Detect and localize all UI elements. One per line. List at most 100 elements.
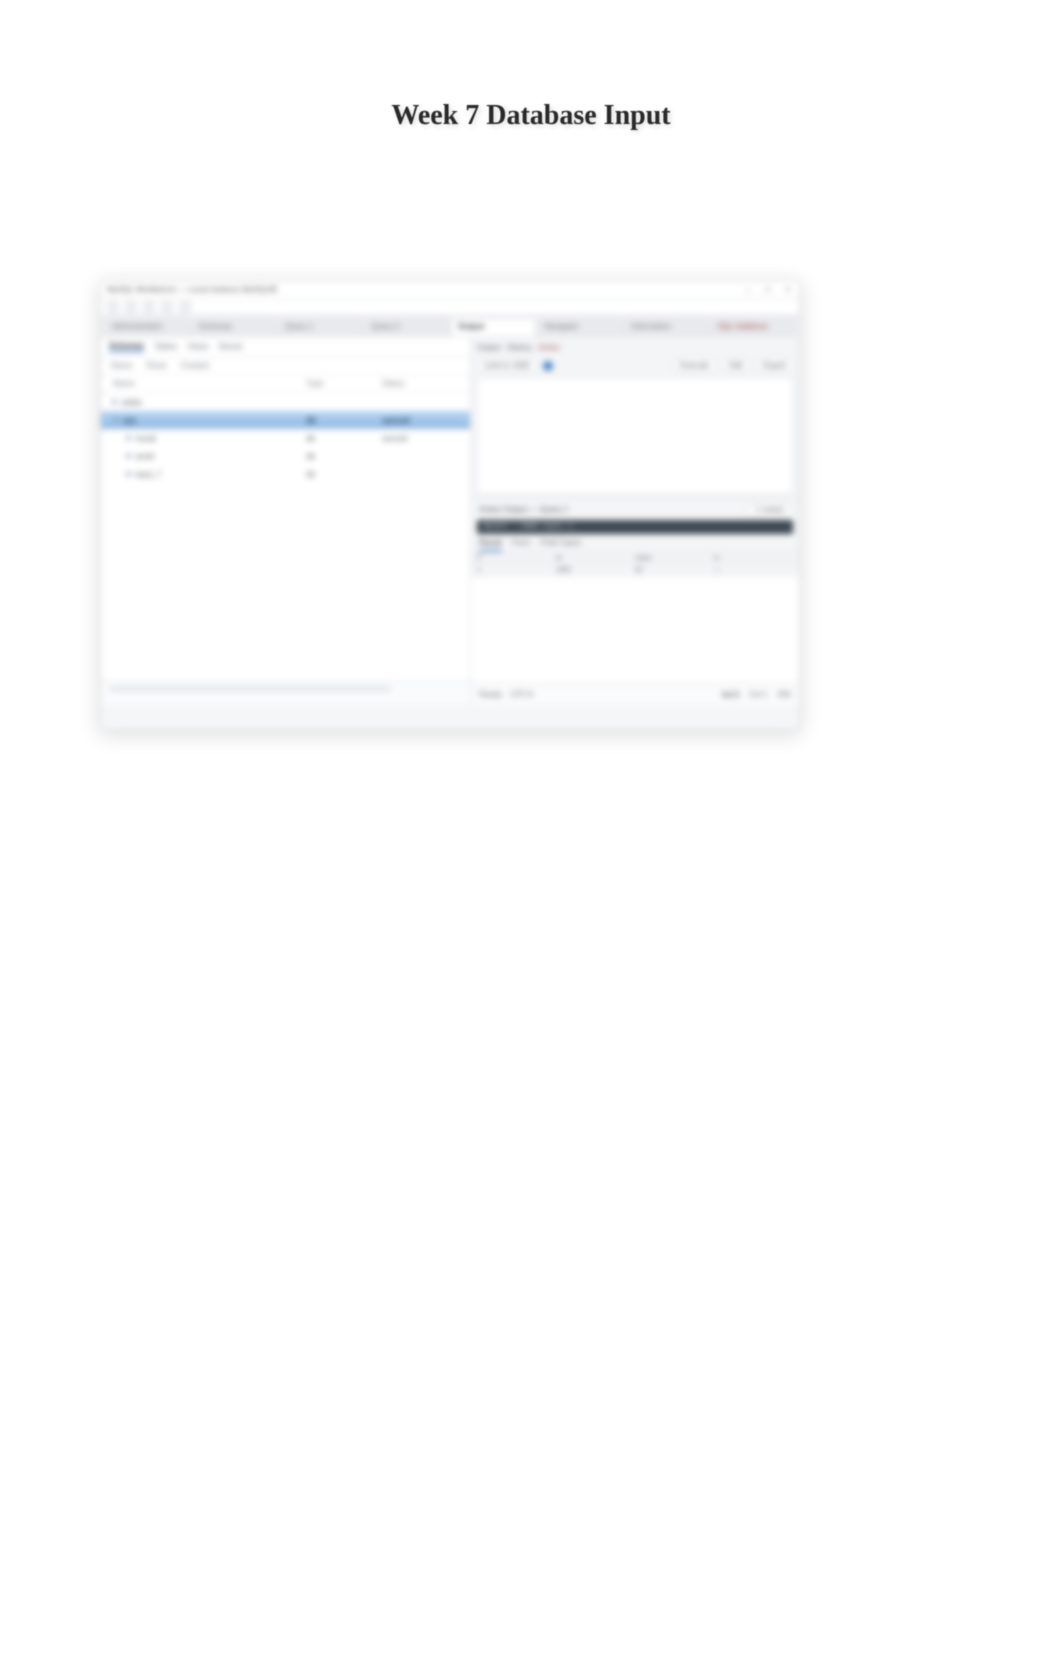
result-tab-result[interactable]: Result bbox=[479, 538, 502, 552]
maximize-button[interactable]: □ bbox=[763, 285, 773, 295]
tab-information[interactable]: Information bbox=[624, 318, 709, 336]
grid-cell: — bbox=[714, 567, 793, 574]
chevron-right-icon bbox=[127, 453, 131, 459]
titlebar: MySQL Workbench — Local instance MySQL80… bbox=[101, 281, 799, 299]
output-head-action[interactable]: Action bbox=[538, 343, 560, 352]
export-button[interactable]: Export bbox=[756, 359, 793, 372]
result-grid-row[interactable]: 1 1001 42 — bbox=[471, 565, 799, 576]
toolbar-button[interactable] bbox=[107, 301, 119, 313]
edit-button[interactable]: Edit bbox=[722, 359, 750, 372]
schema-name: input_7 bbox=[135, 470, 161, 479]
tab-administration[interactable]: Administration bbox=[105, 318, 190, 336]
grid-cell: 1 bbox=[477, 567, 556, 574]
minimize-button[interactable]: – bbox=[743, 285, 753, 295]
window-controls: – □ × bbox=[743, 285, 793, 295]
close-button[interactable]: × bbox=[783, 285, 793, 295]
grid-cell: 42 bbox=[635, 567, 714, 574]
right-pane: Output History Action Limit to 1000 Exec… bbox=[471, 337, 799, 705]
left-statusbar bbox=[101, 681, 470, 705]
result-tab-form[interactable]: Form bbox=[512, 538, 531, 552]
status-col: Col 1 bbox=[749, 690, 768, 699]
schema-row-selected[interactable]: sys db synced bbox=[101, 411, 470, 429]
query-text: SELECT * FROM input_7; bbox=[477, 520, 793, 534]
schema-row[interactable]: input_7 db bbox=[101, 465, 470, 483]
tab-query2[interactable]: Query 2 bbox=[365, 318, 450, 336]
tab-query1[interactable]: Query 1 bbox=[278, 318, 363, 336]
schema-name: world bbox=[135, 452, 154, 461]
status-ready: Ready bbox=[479, 690, 502, 699]
status-ins: INS bbox=[778, 690, 791, 699]
subtab-tables[interactable]: Tables bbox=[154, 342, 177, 351]
schema-name: mysql bbox=[135, 434, 156, 443]
list-header: Name Type Status bbox=[101, 375, 470, 393]
grid-col-id: id bbox=[556, 555, 635, 562]
status-encoding: UTF-8 bbox=[510, 690, 533, 699]
toolbar-button[interactable] bbox=[143, 301, 155, 313]
schema-status: synced bbox=[382, 434, 458, 443]
toolbar-button[interactable] bbox=[179, 301, 191, 313]
grid-cell: 1001 bbox=[556, 567, 635, 574]
schema-type: db bbox=[306, 416, 382, 425]
output-body bbox=[477, 377, 793, 494]
result-panel: Action Output — Query 1 1 row(s) SELECT … bbox=[471, 499, 799, 705]
output-panel: Output History Action Limit to 1000 Exec… bbox=[471, 337, 799, 499]
schema-row[interactable]: world db bbox=[101, 447, 470, 465]
grid-col-value: value bbox=[635, 555, 714, 562]
chevron-right-icon bbox=[127, 471, 131, 477]
rowcount-badge: 1 row(s) bbox=[748, 503, 791, 516]
output-header: Output History Action bbox=[477, 341, 793, 356]
toolbar-button[interactable] bbox=[125, 301, 137, 313]
schema-row[interactable]: mysql db synced bbox=[101, 429, 470, 447]
tab-sql-additions[interactable]: SQL Additions bbox=[711, 318, 796, 336]
window-title: MySQL Workbench — Local instance MySQL80 bbox=[107, 285, 277, 294]
schema-type: db bbox=[306, 434, 382, 443]
result-grid-header: # id value ts bbox=[471, 553, 799, 565]
toolbar-button[interactable] bbox=[161, 301, 173, 313]
result-tab-fieldtypes[interactable]: Field Types bbox=[540, 538, 581, 552]
result-grid-empty bbox=[471, 576, 799, 683]
result-tabs: Result Form Field Types bbox=[471, 536, 799, 553]
subtab-schemas[interactable]: Schemas bbox=[109, 341, 144, 352]
execute-button[interactable]: Execute bbox=[673, 359, 716, 372]
output-head-output[interactable]: Output bbox=[477, 343, 501, 352]
schema-list: sakila sys db synced mysql db synced wor… bbox=[101, 393, 470, 681]
grid-col-num: # bbox=[477, 555, 556, 562]
list-header-status: Status bbox=[382, 379, 458, 388]
result-title: Action Output — Query 1 bbox=[479, 505, 568, 514]
col-created: Created bbox=[180, 361, 208, 370]
tab-schemas[interactable]: Schemas bbox=[192, 318, 277, 336]
schema-row[interactable]: sakila bbox=[101, 393, 470, 411]
progress-track bbox=[109, 686, 391, 692]
chevron-down-icon bbox=[113, 418, 119, 422]
schema-name: sys bbox=[123, 416, 136, 425]
execute-icon[interactable] bbox=[543, 361, 553, 371]
output-head-history[interactable]: History bbox=[507, 343, 532, 352]
navigator-pane: Schemas Tables Views Stored Name Rows Cr… bbox=[101, 337, 471, 705]
status-line: Ln 1 bbox=[723, 690, 739, 699]
grid-col-ts: ts bbox=[714, 555, 793, 562]
content-area: Schemas Tables Views Stored Name Rows Cr… bbox=[101, 337, 799, 705]
navigator-columns: Name Rows Created bbox=[101, 357, 470, 375]
bottom-bar: Ready UTF-8 Ln 1 Col 1 INS bbox=[471, 683, 799, 705]
list-header-name: Name bbox=[113, 379, 306, 388]
chevron-right-icon bbox=[127, 435, 131, 441]
list-header-type: Type bbox=[306, 379, 382, 388]
schema-status: synced bbox=[382, 416, 458, 425]
schema-type: db bbox=[306, 470, 382, 479]
page-title: Week 7 Database Input bbox=[0, 100, 1062, 132]
result-title-row: Action Output — Query 1 1 row(s) bbox=[471, 499, 799, 518]
main-toolbar bbox=[101, 299, 799, 315]
col-name: Name bbox=[111, 361, 132, 370]
schema-name: sakila bbox=[121, 398, 141, 407]
output-toolbar: Limit to 1000 Execute Edit Export bbox=[477, 356, 793, 375]
chevron-right-icon bbox=[113, 399, 117, 405]
subtab-stored[interactable]: Stored bbox=[218, 342, 242, 351]
main-tabs: Administration Schemas Query 1 Query 2 O… bbox=[101, 315, 799, 337]
app-window: MySQL Workbench — Local instance MySQL80… bbox=[100, 280, 800, 730]
col-rows: Rows bbox=[146, 361, 166, 370]
limit-selector[interactable]: Limit to 1000 bbox=[477, 359, 537, 372]
tab-output[interactable]: Output bbox=[451, 318, 536, 336]
navigator-subtabs: Schemas Tables Views Stored bbox=[101, 337, 470, 357]
subtab-views[interactable]: Views bbox=[187, 342, 208, 351]
tab-navigator[interactable]: Navigator bbox=[538, 318, 623, 336]
